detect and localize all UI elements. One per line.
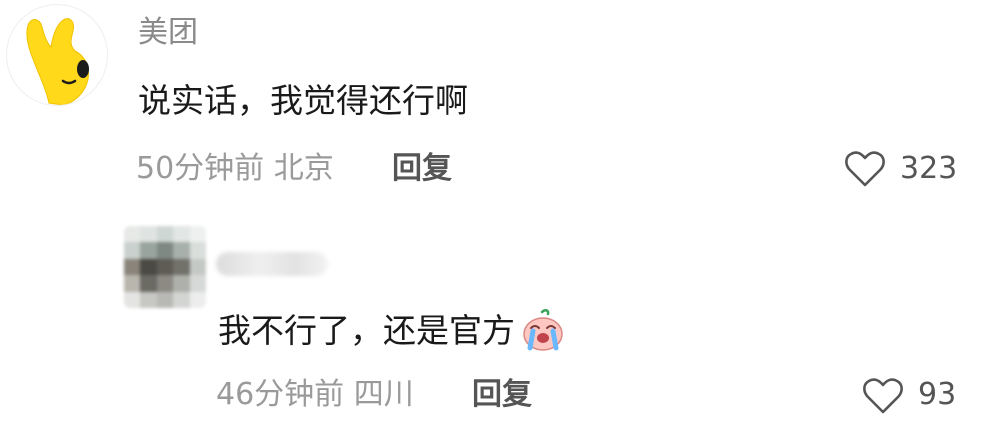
comment-location: 北京	[273, 151, 334, 186]
comment-meta: 50分钟前 北京	[136, 154, 334, 184]
comment-text: 说实话，我觉得还行啊	[138, 81, 468, 120]
reply-reply-button[interactable]: 回复	[472, 380, 532, 410]
reply-time: 46分钟前	[216, 377, 345, 412]
reply-author-blurred[interactable]	[216, 252, 328, 276]
like-button[interactable]	[844, 150, 886, 188]
comment-time: 50分钟前	[136, 151, 265, 186]
comment-author[interactable]: 美团	[138, 18, 198, 48]
avatar[interactable]	[6, 4, 108, 106]
heart-outline-icon	[863, 378, 903, 414]
like-count: 323	[900, 151, 958, 186]
reply-button[interactable]: 回复	[392, 154, 452, 184]
reply-meta: 46分钟前 四川	[216, 380, 414, 410]
reply-like-count: 93	[918, 377, 957, 412]
yellow-mascot-icon	[26, 18, 89, 105]
reply-like-button[interactable]	[862, 377, 904, 415]
heart-outline-icon	[845, 151, 885, 187]
crying-face-icon	[521, 308, 565, 352]
reply-location: 四川	[353, 377, 414, 412]
reply-avatar[interactable]	[124, 226, 206, 308]
reply-content-row: 我不行了，还是官方	[218, 308, 565, 352]
reply-text: 我不行了，还是官方	[218, 310, 515, 350]
